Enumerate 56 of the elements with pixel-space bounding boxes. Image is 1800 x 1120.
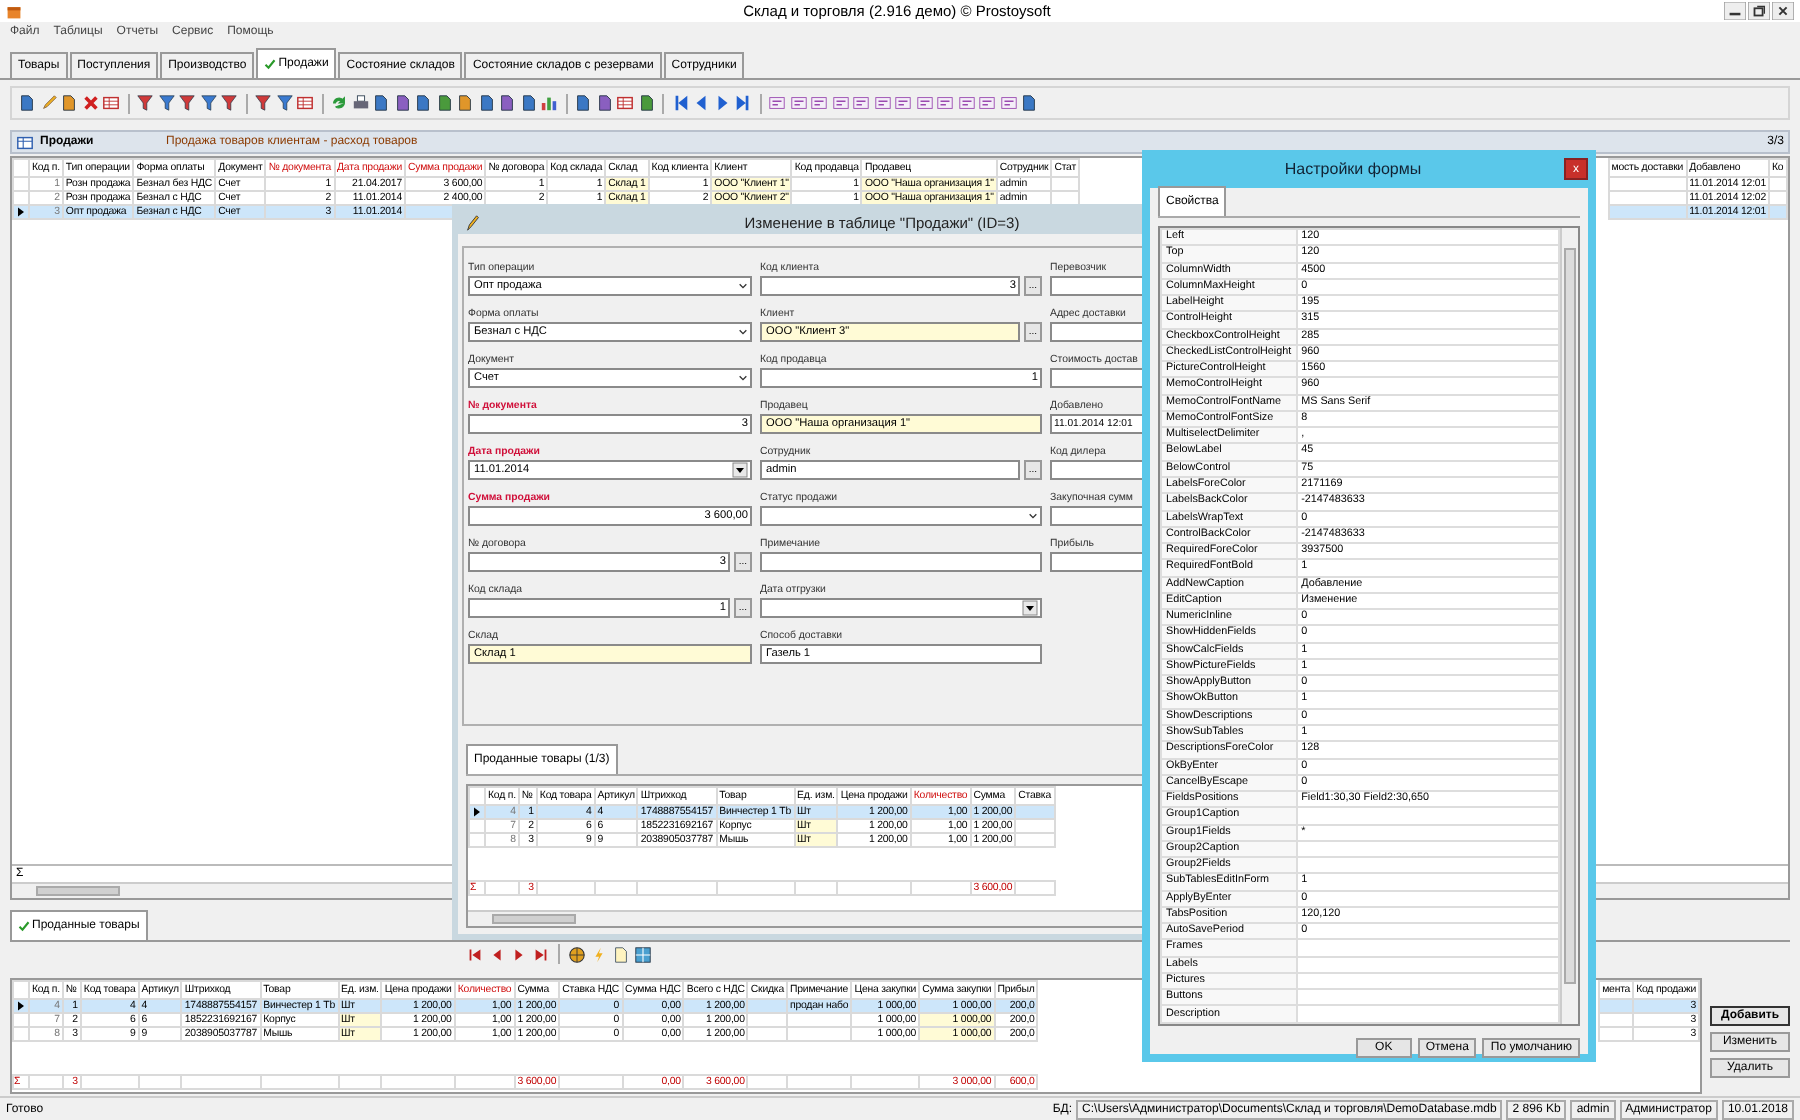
previous-icon[interactable] — [692, 94, 710, 112]
chevron-icon — [738, 282, 748, 290]
chevron-icon — [1028, 512, 1038, 520]
last-icon[interactable] — [532, 945, 550, 963]
tag-icon[interactable] — [999, 94, 1017, 112]
dialog-title: Настройки формы — [1282, 160, 1424, 178]
table-icon — [16, 133, 34, 151]
row-pointer-icon — [16, 206, 26, 218]
box-icon — [6, 3, 22, 19]
page-icon[interactable] — [60, 94, 78, 112]
table-icon[interactable] — [296, 94, 314, 112]
previous-icon[interactable] — [488, 945, 506, 963]
refresh-icon[interactable] — [330, 94, 348, 112]
row-pointer-icon — [472, 806, 482, 818]
chevron-icon — [738, 328, 748, 336]
first-icon[interactable] — [671, 94, 689, 112]
dropdown-icon[interactable] — [1022, 600, 1038, 616]
table-icon[interactable] — [102, 94, 120, 112]
tag-icon[interactable] — [789, 94, 807, 112]
pencil-icon — [464, 213, 482, 231]
table-icon[interactable] — [634, 945, 652, 963]
row-pointer-icon — [16, 1000, 26, 1012]
check-icon — [18, 920, 30, 932]
first-icon[interactable] — [466, 945, 484, 963]
table-icon[interactable] — [616, 94, 634, 112]
tag-icon[interactable] — [852, 94, 870, 112]
tag-icon[interactable] — [936, 94, 954, 112]
next-icon[interactable] — [510, 945, 528, 963]
restore-icon[interactable] — [1748, 2, 1771, 20]
tag-icon[interactable] — [957, 94, 975, 112]
tag-icon[interactable] — [915, 94, 933, 112]
close-icon[interactable] — [1772, 2, 1795, 20]
input-field[interactable] — [760, 506, 1042, 526]
page-icon[interactable] — [612, 945, 630, 963]
last-icon[interactable] — [734, 94, 752, 112]
page-icon[interactable] — [18, 94, 36, 112]
bar-chart-icon[interactable] — [540, 94, 558, 112]
printer-icon[interactable] — [351, 94, 369, 112]
minimize-icon[interactable] — [1724, 2, 1747, 20]
input-field[interactable] — [760, 598, 1042, 618]
tag-icon[interactable] — [978, 94, 996, 112]
page-icon[interactable] — [1020, 94, 1038, 112]
check-icon — [264, 58, 277, 70]
page-icon[interactable] — [637, 94, 655, 112]
tag-icon[interactable] — [831, 94, 849, 112]
delete-icon[interactable] — [81, 94, 99, 112]
tag-icon[interactable] — [768, 94, 786, 112]
globe-icon[interactable] — [568, 945, 586, 963]
tag-icon[interactable] — [894, 94, 912, 112]
scrollbar[interactable] — [1560, 228, 1578, 1024]
chevron-icon — [738, 374, 748, 382]
next-icon[interactable] — [713, 94, 731, 112]
input-field[interactable] — [760, 552, 1042, 572]
tag-icon[interactable] — [873, 94, 891, 112]
tag-icon[interactable] — [810, 94, 828, 112]
dropdown-icon[interactable] — [732, 462, 748, 478]
